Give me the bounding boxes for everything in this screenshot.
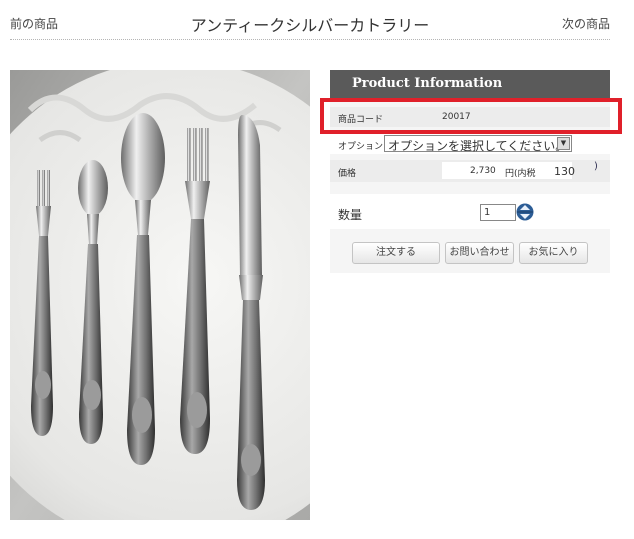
price-box: 2,730 円(内税 130 xyxy=(442,162,575,179)
quantity-label: 数量 xyxy=(338,208,363,222)
panel-header: Product Information xyxy=(330,70,610,98)
price-tax-value: 130 xyxy=(554,165,575,178)
up-down-spinner-icon[interactable] xyxy=(516,202,534,222)
favorite-button[interactable]: お気に入り xyxy=(519,242,588,264)
price-label: 価格 xyxy=(338,169,357,179)
quantity-input[interactable]: 1 xyxy=(480,204,516,221)
price-tax-label: 円(内税 xyxy=(505,169,536,179)
inquiry-button[interactable]: お問い合わせ xyxy=(445,242,514,264)
order-button[interactable]: 注文する xyxy=(352,242,440,264)
price-value: 2,730 xyxy=(470,166,496,176)
option-select[interactable]: オプションを選択してください。 ▼ xyxy=(384,135,572,153)
price-row: 価格 2,730 円(内税 130 ) xyxy=(330,160,610,182)
price-close-paren: ) xyxy=(594,161,598,172)
product-code-highlight xyxy=(320,98,622,134)
option-label: オプション xyxy=(338,142,384,152)
quantity-row: 数量 1 xyxy=(330,194,610,229)
option-row: オプション オプションを選択してください。 ▼ xyxy=(330,134,610,154)
product-image-cutlery xyxy=(10,70,310,520)
next-product-link[interactable]: 次の商品 xyxy=(562,15,610,32)
option-select-value: オプションを選択してください。 xyxy=(388,139,568,153)
chevron-down-icon[interactable]: ▼ xyxy=(557,137,570,150)
page-title: アンティークシルバーカトラリー xyxy=(190,16,430,35)
top-navigation: 前の商品 アンティークシルバーカトラリー 次の商品 xyxy=(10,0,610,40)
